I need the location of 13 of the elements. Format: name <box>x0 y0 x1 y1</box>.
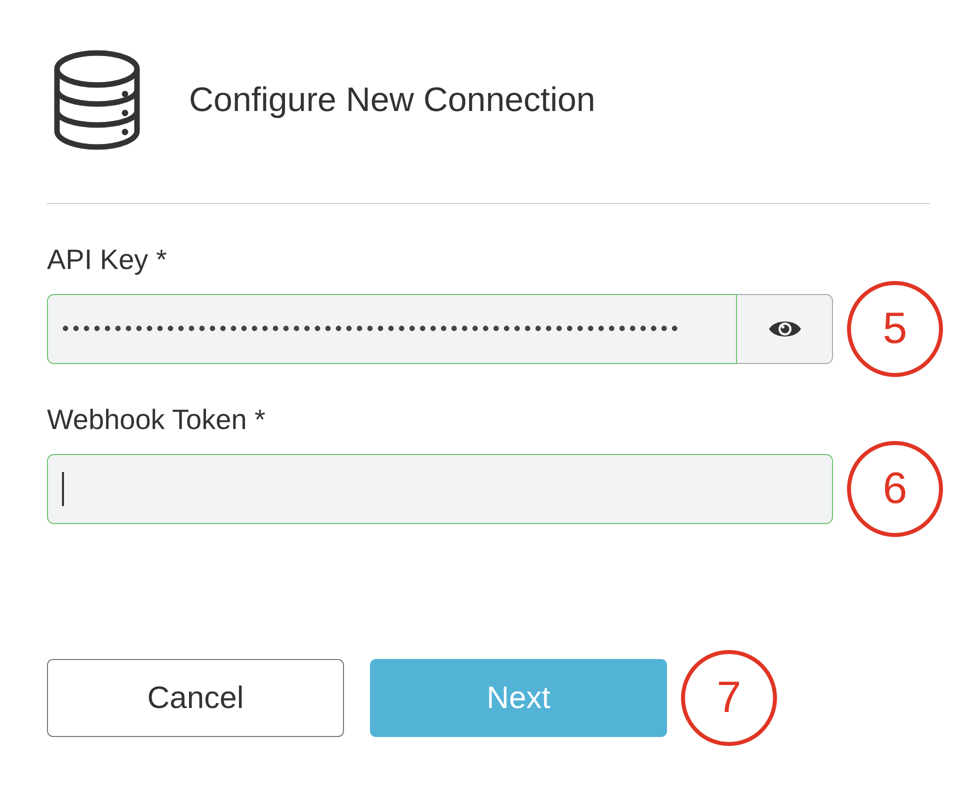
input-field[interactable] <box>47 454 833 524</box>
database-icon <box>53 49 141 151</box>
cancel-button[interactable]: Cancel <box>47 659 344 737</box>
reveal-button[interactable] <box>737 294 833 364</box>
dialog-title: Configure New Connection <box>189 80 596 120</box>
field-label: Webhook Token * <box>47 406 266 434</box>
callout-marker: 5 <box>847 281 943 377</box>
field-label: API Key * <box>47 246 168 274</box>
masked-value: ••••••••••••••••••••••••••••••••••••••••••••••••••••••••••• <box>62 318 682 340</box>
callout-marker: 6 <box>847 441 943 537</box>
callout-marker: 7 <box>681 650 777 746</box>
input-field[interactable]: ••••••••••••••••••••••••••••••••••••••••••••••••••••••••••• <box>47 294 737 364</box>
text-cursor <box>62 472 64 506</box>
